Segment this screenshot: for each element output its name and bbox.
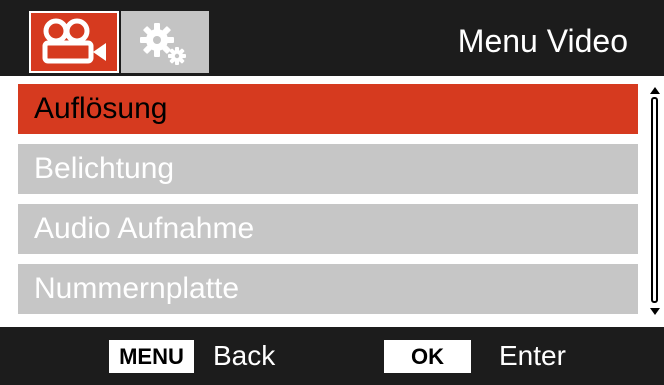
gears-icon xyxy=(140,23,186,65)
back-label: Back xyxy=(213,340,276,371)
scroll-up-arrow-icon[interactable] xyxy=(650,87,660,94)
menu-list: Auflösung Belichtung Audio Aufnahme Numm… xyxy=(18,84,638,324)
header-bar: Menu Video xyxy=(0,0,664,76)
menu-item-number-plate[interactable]: Nummernplatte xyxy=(18,264,638,314)
video-camera-icon xyxy=(42,18,106,64)
dashcam-menu-screen: Menu Video Auflösung Belichtung Audio Au… xyxy=(0,0,664,385)
scroll-down-arrow-icon[interactable] xyxy=(650,308,660,315)
menu-item-resolution[interactable]: Auflösung xyxy=(18,84,638,134)
scrollbar[interactable] xyxy=(649,87,661,315)
footer-bar: MENU Back OK Enter xyxy=(0,327,664,385)
tab-settings[interactable] xyxy=(121,11,209,73)
ok-key[interactable]: OK xyxy=(384,340,471,373)
menu-item-exposure[interactable]: Belichtung xyxy=(18,144,638,194)
menu-key[interactable]: MENU xyxy=(109,340,194,373)
page-title: Menu Video xyxy=(457,23,628,59)
scroll-track[interactable] xyxy=(651,97,658,303)
menu-item-audio-recording[interactable]: Audio Aufnahme xyxy=(18,204,638,254)
tab-video[interactable] xyxy=(29,11,119,73)
enter-label: Enter xyxy=(499,340,566,371)
